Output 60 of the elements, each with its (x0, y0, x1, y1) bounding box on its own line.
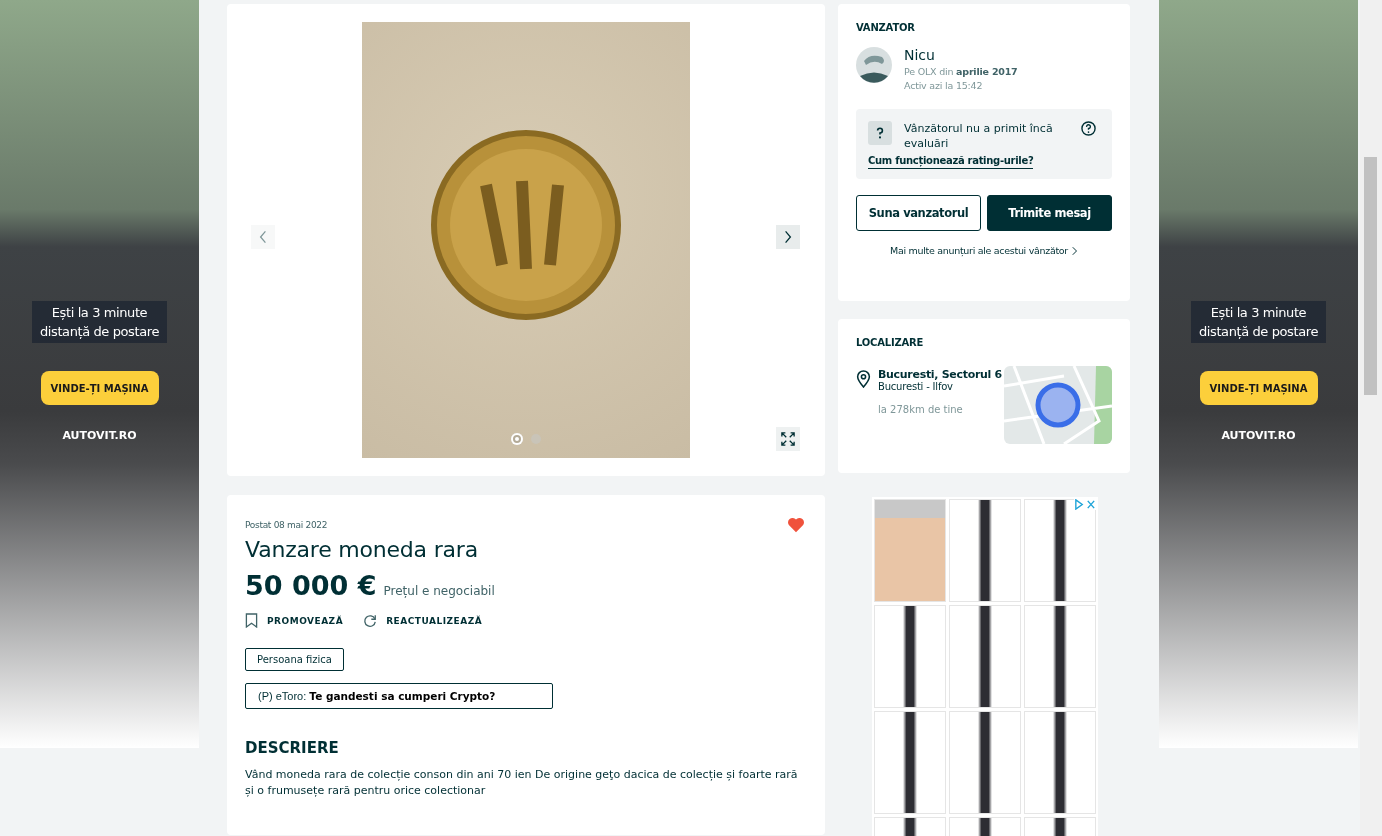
product-ad[interactable] (872, 497, 1098, 836)
fullscreen-button[interactable] (776, 427, 800, 451)
rating-status: Vânzătorul nu a primit încă evaluări (904, 121, 1054, 151)
posted-date: Postat 08 mai 2022 (245, 520, 328, 530)
action-link[interactable]: PROMOVEAZĂ (245, 613, 344, 628)
ad-banner[interactable]: Ești la 3 minute distanță de postare VINDE-ȚI MAȘINA AUTOVIT.RO (0, 0, 199, 748)
distance-text: la 278km de tine (878, 404, 964, 415)
ad-brand-text: AUTOVIT.RO (1221, 429, 1296, 442)
product-photo[interactable] (874, 711, 946, 814)
price-note: Prețul e negociabil (383, 584, 495, 598)
rating-info-link[interactable]: Cum funcționează rating-urile? (868, 155, 1034, 169)
ad-brand-text: AUTOVIT.RO (62, 429, 137, 442)
help-icon (1081, 121, 1096, 136)
question-mark-icon (876, 127, 884, 139)
description-heading: DESCRIERE (245, 739, 340, 757)
call-seller-button[interactable]: Suna vanzatorul (856, 195, 981, 231)
ad-choices-icon (1074, 499, 1096, 510)
product-photo[interactable] (949, 499, 1021, 602)
sell-car-button[interactable]: VINDE-ȚI MAȘINA (40, 371, 159, 405)
action-link[interactable]: REACTUALIZEAZĂ (363, 613, 483, 628)
refresh-icon (363, 613, 378, 628)
seller-name: Nicu (904, 47, 936, 63)
product-photo[interactable] (949, 605, 1021, 708)
product-photo[interactable] (1024, 605, 1096, 708)
product-photo[interactable] (949, 711, 1021, 814)
chevron-right-icon (784, 230, 792, 244)
ad-headline: distanță de postare (1199, 323, 1318, 341)
section-heading: LOCALIZARE (856, 337, 925, 348)
product-photo[interactable] (1024, 711, 1096, 814)
seller-type-tag: Persoana fizica (245, 648, 344, 671)
bookmark-icon (245, 613, 258, 628)
avatar-icon (856, 47, 892, 83)
slide-dot[interactable] (511, 433, 523, 445)
region-name: Bucuresti - Ilfov (878, 381, 954, 392)
section-heading: VANZATOR (856, 22, 916, 33)
chevron-right-icon (1072, 245, 1078, 256)
expand-icon (781, 432, 795, 446)
last-active: Activ azi la 15:42 (904, 80, 984, 91)
next-button[interactable] (776, 225, 800, 249)
city-name: Bucuresti, Sectorul 6 (878, 368, 1003, 381)
location-pin-icon (856, 370, 871, 388)
heart-icon (787, 517, 805, 533)
sponsored-link[interactable]: (P) eToro: Te gandesti sa cumperi Crypto? (245, 683, 553, 709)
chevron-left-icon (259, 230, 267, 244)
description-text: Vând moneda rara de colecție conson din ani 70 ien De origine geţo dacica de colecție și foarte rară și o frumusețe rară pentru orice colectionar (245, 767, 799, 799)
ad-headline: Ești la 3 minute (51, 304, 148, 322)
product-photo[interactable] (1024, 499, 1096, 602)
ad-headline: Ești la 3 minute (1210, 304, 1307, 322)
ad-headline: distanță de postare (40, 323, 159, 341)
product-photo[interactable] (874, 605, 946, 708)
ad-banner[interactable]: Ești la 3 minute distanță de postare VINDE-ȚI MAȘINA AUTOVIT.RO (1159, 0, 1358, 748)
favorite-button[interactable] (787, 517, 805, 533)
listing-title: Vanzare moneda rara (245, 537, 479, 562)
scrollbar-thumb[interactable] (1364, 157, 1377, 395)
send-message-button[interactable]: Trimite mesaj (987, 195, 1112, 231)
help-button[interactable] (1081, 121, 1096, 136)
more-ads-link[interactable]: Mai multe anunțuri ale acestui vânzător (856, 245, 1112, 256)
price: 50 000 € (245, 570, 377, 601)
sell-car-button[interactable]: VINDE-ȚI MAȘINA (1199, 371, 1318, 405)
member-since: Pe OLX din aprilie 2017 (904, 66, 1018, 77)
